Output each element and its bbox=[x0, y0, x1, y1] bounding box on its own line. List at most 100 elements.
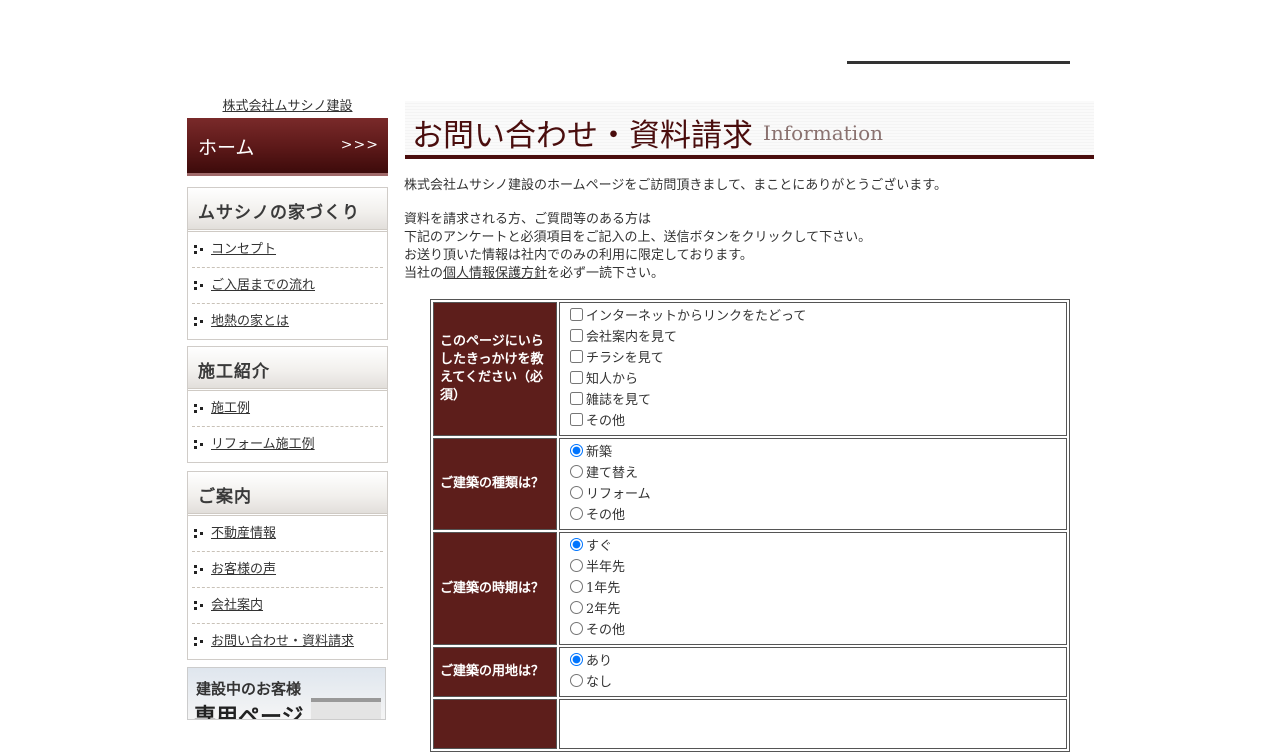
q2-radio-other[interactable] bbox=[570, 507, 583, 520]
form-row-q4: ご建築の用地は？ あり なし bbox=[433, 647, 1067, 697]
q1-checkbox-flyer[interactable] bbox=[570, 350, 583, 363]
option-label: 知人から bbox=[586, 372, 639, 387]
sidebar-link-reform[interactable]: リフォーム施工例 bbox=[211, 437, 315, 452]
bullet-icon bbox=[194, 601, 203, 610]
sidebar-item-concept: コンセプト bbox=[192, 232, 383, 268]
q1-checkbox-brochure[interactable] bbox=[570, 329, 583, 342]
option-label: なし bbox=[586, 675, 613, 690]
option-label: チラシを見て bbox=[586, 351, 664, 366]
intro-text-span: 当社の bbox=[404, 266, 444, 281]
sidebar-section-guide: ご案内 不動産情報 お客様の声 会社案内 お問い合わせ・資料請求 bbox=[187, 471, 388, 660]
option-label: あり bbox=[586, 654, 613, 669]
option-label: 半年先 bbox=[586, 560, 626, 575]
option-label: その他 bbox=[586, 414, 626, 429]
q3-radio-2-years[interactable] bbox=[570, 601, 583, 614]
sidebar-link-company[interactable]: 会社案内 bbox=[211, 598, 263, 613]
option-label: その他 bbox=[586, 623, 626, 638]
intro-text: 株式会社ムサシノ建設のホームページをご訪問頂きまして、まことにありがとうございま… bbox=[404, 177, 1084, 283]
option-label: 建て替え bbox=[586, 466, 639, 481]
q2-radio-reform[interactable] bbox=[570, 486, 583, 499]
company-name-link[interactable]: 株式会社ムサシノ建設 bbox=[187, 95, 388, 114]
banner-line1: 建設中のお客様 bbox=[196, 680, 302, 698]
option-label: すぐ bbox=[586, 539, 613, 554]
intro-line: 下記のアンケートと必須項目をご記入の上、送信ボタンをクリックして下さい。 bbox=[404, 230, 872, 245]
form-row-next bbox=[433, 699, 1067, 749]
sidebar-item-company: 会社案内 bbox=[192, 588, 383, 624]
page-title-bar: お問い合わせ・資料請求 Information bbox=[405, 101, 1094, 159]
option-label: 会社案内を見て bbox=[586, 330, 678, 345]
q4-radio-yes[interactable] bbox=[570, 653, 583, 666]
sidebar-link-voices[interactable]: お客様の声 bbox=[211, 562, 276, 577]
q3-radio-other[interactable] bbox=[570, 622, 583, 635]
sidebar-section-title: 施工紹介 bbox=[188, 347, 387, 391]
bullet-icon bbox=[194, 440, 203, 449]
home-button-arrow: >>> bbox=[340, 137, 379, 153]
q2-radio-rebuild[interactable] bbox=[570, 465, 583, 478]
sidebar-item-geothermal: 地熱の家とは bbox=[192, 304, 383, 339]
sidebar-link-concept[interactable]: コンセプト bbox=[211, 242, 276, 257]
bullet-icon bbox=[194, 565, 203, 574]
home-button-label: ホーム bbox=[198, 137, 255, 159]
home-button[interactable]: ホーム >>> bbox=[187, 118, 388, 176]
option-label: リフォーム bbox=[586, 487, 651, 502]
privacy-policy-link[interactable]: 個人情報保護方針 bbox=[443, 266, 547, 281]
question-label: ご建築の用地は？ bbox=[433, 647, 557, 697]
q3-radio-1-year[interactable] bbox=[570, 580, 583, 593]
q4-radio-no[interactable] bbox=[570, 674, 583, 687]
option-label: 新築 bbox=[586, 445, 613, 460]
sidebar-item-contact: お問い合わせ・資料請求 bbox=[192, 624, 383, 659]
option-label: インターネットからリンクをたどって bbox=[586, 309, 807, 324]
sidebar-item-flow: ご入居までの流れ bbox=[192, 268, 383, 304]
question-label: ご建築の時期は？ bbox=[433, 532, 557, 645]
q1-checkbox-internet[interactable] bbox=[570, 308, 583, 321]
sidebar-section-title: ムサシノの家づくり bbox=[188, 188, 387, 232]
option-label: 2年先 bbox=[586, 602, 621, 617]
intro-line: お送り頂いた情報は社内でのみの利用に限定しております。 bbox=[404, 248, 753, 263]
bullet-icon bbox=[194, 529, 203, 538]
question-label: このページにいらしたきっかけを教えてください（必須） bbox=[433, 302, 557, 436]
house-icon bbox=[311, 698, 381, 719]
page-title: お問い合わせ・資料請求 bbox=[412, 118, 753, 154]
sidebar-link-flow[interactable]: ご入居までの流れ bbox=[211, 278, 315, 293]
sidebar-section-house: ムサシノの家づくり コンセプト ご入居までの流れ 地熱の家とは bbox=[187, 187, 388, 340]
form-row-q1: このページにいらしたきっかけを教えてください（必須） インターネットからリンクを… bbox=[433, 302, 1067, 436]
bullet-icon bbox=[194, 317, 203, 326]
bullet-icon bbox=[194, 245, 203, 254]
q1-checkbox-acquaintance[interactable] bbox=[570, 371, 583, 384]
sidebar-link-examples[interactable]: 施工例 bbox=[211, 401, 250, 416]
intro-line: 当社の個人情報保護方針を必ず一読下さい。 bbox=[404, 265, 1084, 283]
sidebar-section-title: ご案内 bbox=[188, 472, 387, 516]
sidebar-item-realestate: 不動産情報 bbox=[192, 516, 383, 552]
sidebar-section-works: 施工紹介 施工例 リフォーム施工例 bbox=[187, 346, 388, 463]
sidebar-item-examples: 施工例 bbox=[192, 391, 383, 427]
bullet-icon bbox=[194, 281, 203, 290]
page-title-en: Information bbox=[763, 121, 884, 145]
customer-page-banner[interactable]: 建設中のお客様 専用ページ bbox=[187, 667, 386, 720]
sidebar-link-realestate[interactable]: 不動産情報 bbox=[211, 526, 276, 541]
option-label: その他 bbox=[586, 508, 626, 523]
header-rule bbox=[847, 61, 1070, 64]
inquiry-form-table: このページにいらしたきっかけを教えてください（必須） インターネットからリンクを… bbox=[430, 299, 1070, 752]
sidebar-link-geothermal[interactable]: 地熱の家とは bbox=[211, 314, 289, 329]
question-label-cut bbox=[433, 699, 557, 749]
banner-line2: 専用ページ bbox=[194, 705, 304, 720]
q1-checkbox-magazine[interactable] bbox=[570, 392, 583, 405]
intro-text-span: を必ず一読下さい。 bbox=[547, 266, 665, 281]
q1-checkbox-other[interactable] bbox=[570, 413, 583, 426]
sidebar-item-voices: お客様の声 bbox=[192, 552, 383, 588]
form-row-q3: ご建築の時期は？ すぐ 半年先 1年先 2年先 その他 bbox=[433, 532, 1067, 645]
q3-radio-now[interactable] bbox=[570, 538, 583, 551]
option-label: 雑誌を見て bbox=[586, 393, 652, 408]
q3-radio-half-year[interactable] bbox=[570, 559, 583, 572]
form-row-q2: ご建築の種類は？ 新築 建て替え リフォーム その他 bbox=[433, 438, 1067, 530]
bullet-icon bbox=[194, 637, 203, 646]
sidebar-link-contact[interactable]: お問い合わせ・資料請求 bbox=[211, 634, 354, 649]
option-label: 1年先 bbox=[586, 581, 621, 596]
intro-line: 株式会社ムサシノ建設のホームページをご訪問頂きまして、まことにありがとうございま… bbox=[404, 178, 948, 193]
q2-radio-new[interactable] bbox=[570, 444, 583, 457]
question-label: ご建築の種類は？ bbox=[433, 438, 557, 530]
intro-line: 資料を請求される方、ご質問等のある方は bbox=[404, 212, 652, 227]
answer-cell-cut bbox=[559, 699, 1067, 749]
bullet-icon bbox=[194, 404, 203, 413]
sidebar-item-reform: リフォーム施工例 bbox=[192, 427, 383, 462]
